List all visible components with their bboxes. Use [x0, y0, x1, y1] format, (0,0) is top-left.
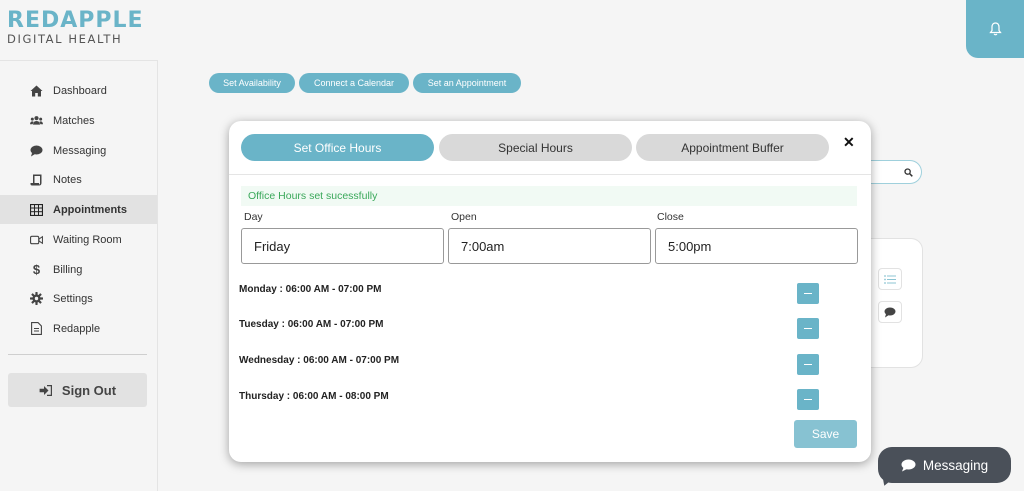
success-message: Office Hours set sucessfully	[241, 186, 857, 206]
sidebar-item-waiting-room[interactable]: Waiting Room	[0, 225, 157, 254]
sidebar-item-label: Messaging	[53, 144, 107, 157]
bell-icon	[988, 22, 1002, 36]
list-icon	[884, 274, 896, 284]
sidebar-item-label: Billing	[53, 263, 83, 276]
chat-icon	[884, 307, 896, 317]
save-button[interactable]: Save	[794, 420, 857, 448]
sidebar-item-dashboard[interactable]: Dashboard	[0, 76, 157, 105]
tab-appointment-buffer[interactable]: Appointment Buffer	[636, 134, 829, 161]
day-field[interactable]: Friday	[241, 228, 444, 264]
sign-out-button[interactable]: Sign Out	[8, 373, 147, 407]
logo-wordmark: REDAPPLE	[7, 8, 144, 33]
set-appointment-button[interactable]: Set an Appointment	[413, 73, 521, 93]
document-icon	[30, 322, 43, 335]
logo-tagline: DIGITAL HEALTH	[7, 32, 123, 46]
sidebar-item-appointments[interactable]: Appointments	[0, 195, 157, 224]
tab-special-hours[interactable]: Special Hours	[439, 134, 632, 161]
sidebar: Dashboard Matches Messaging Notes Appoin…	[0, 60, 158, 491]
sidebar-item-messaging[interactable]: Messaging	[0, 136, 157, 165]
modal-divider	[229, 174, 871, 175]
chat-icon	[901, 459, 916, 472]
table-icon	[30, 203, 43, 216]
close-icon[interactable]: ✕	[843, 134, 855, 151]
sidebar-item-billing[interactable]: $ Billing	[0, 255, 157, 284]
users-icon	[30, 114, 43, 127]
chat-icon	[30, 144, 43, 157]
gear-icon	[30, 292, 43, 305]
office-hours-modal: Set Office Hours Special Hours Appointme…	[229, 121, 871, 462]
sidebar-item-label: Dashboard	[53, 84, 107, 97]
minus-icon	[804, 363, 812, 366]
sidebar-item-label: Settings	[53, 292, 93, 305]
sidebar-item-redapple[interactable]: Redapple	[0, 314, 157, 343]
notifications-button[interactable]	[966, 0, 1024, 58]
sidebar-item-label: Redapple	[53, 322, 101, 335]
card-message-button[interactable]	[878, 301, 902, 323]
messaging-label: Messaging	[922, 457, 989, 473]
sign-out-label: Sign Out	[61, 382, 117, 398]
search-icon	[904, 167, 913, 177]
list-view-button[interactable]	[878, 268, 902, 290]
hours-row-thursday: Thursday : 06:00 AM - 08:00 PM	[239, 391, 389, 402]
hours-row-wednesday: Wednesday : 06:00 AM - 07:00 PM	[239, 355, 400, 366]
open-time-field[interactable]: 7:00am	[448, 228, 651, 264]
minus-icon	[804, 398, 812, 401]
sidebar-divider	[8, 354, 147, 355]
remove-wednesday-button[interactable]	[797, 354, 819, 375]
hours-row-monday: Monday : 06:00 AM - 07:00 PM	[239, 284, 382, 295]
minus-icon	[804, 327, 812, 330]
video-icon	[30, 233, 43, 246]
sidebar-item-settings[interactable]: Settings	[0, 284, 157, 313]
dollar-icon: $	[32, 262, 41, 277]
day-label: Day	[244, 211, 263, 223]
set-availability-button[interactable]: Set Availability	[209, 73, 295, 93]
remove-monday-button[interactable]	[797, 283, 819, 304]
close-label: Close	[657, 211, 684, 223]
sidebar-item-notes[interactable]: Notes	[0, 165, 157, 194]
sign-out-icon	[39, 384, 52, 396]
connect-calendar-button[interactable]: Connect a Calendar	[299, 73, 409, 93]
home-icon	[30, 84, 43, 97]
tab-set-office-hours[interactable]: Set Office Hours	[241, 134, 434, 161]
sidebar-item-label: Appointments	[53, 203, 127, 216]
minus-icon	[804, 292, 812, 295]
messaging-launcher-button[interactable]: Messaging	[878, 447, 1011, 483]
sidebar-item-matches[interactable]: Matches	[0, 106, 157, 135]
open-label: Open	[451, 211, 477, 223]
remove-thursday-button[interactable]	[797, 389, 819, 410]
redapple-logo: REDAPPLE DIGITAL HEALTH	[7, 8, 144, 47]
sidebar-item-label: Notes	[53, 173, 82, 186]
sidebar-item-label: Waiting Room	[53, 233, 122, 246]
close-time-field[interactable]: 5:00pm	[655, 228, 858, 264]
remove-tuesday-button[interactable]	[797, 318, 819, 339]
hours-row-tuesday: Tuesday : 06:00 AM - 07:00 PM	[239, 319, 384, 330]
scroll-icon	[30, 173, 43, 186]
sidebar-item-label: Matches	[53, 114, 95, 127]
